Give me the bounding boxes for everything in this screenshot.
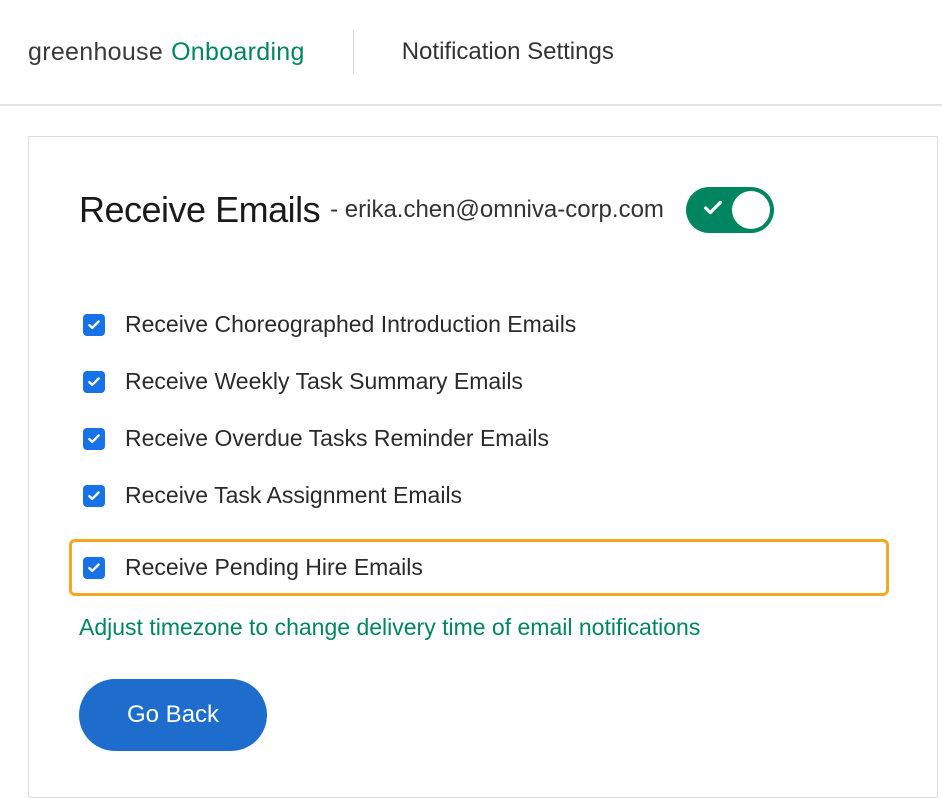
logo-onboarding-text: Onboarding [171, 38, 305, 67]
checkbox-choreographed[interactable] [83, 314, 105, 336]
card-header: Receive Emails - erika.chen@omniva-corp.… [79, 187, 887, 233]
checkbox-row-overdue: Receive Overdue Tasks Reminder Emails [79, 425, 887, 452]
checkmark-icon [87, 489, 101, 503]
checkbox-label: Receive Choreographed Introduction Email… [125, 311, 576, 338]
checkmark-icon [87, 318, 101, 332]
card-title: Receive Emails [79, 189, 320, 231]
checkmark-icon [87, 561, 101, 575]
logo: greenhouse Onboarding [28, 38, 305, 67]
receive-emails-toggle[interactable] [686, 187, 774, 233]
header-divider [353, 30, 354, 74]
checkbox-row-assignment: Receive Task Assignment Emails [79, 482, 887, 509]
timezone-link[interactable]: Adjust timezone to change delivery time … [79, 614, 887, 641]
page-title: Notification Settings [402, 38, 614, 66]
checkbox-row-choreographed: Receive Choreographed Introduction Email… [79, 311, 887, 338]
toggle-knob [732, 191, 770, 229]
content-area: Receive Emails - erika.chen@omniva-corp.… [0, 106, 942, 798]
checkbox-label: Receive Pending Hire Emails [125, 554, 423, 581]
checkmark-icon [87, 375, 101, 389]
checkbox-label: Receive Weekly Task Summary Emails [125, 368, 523, 395]
checkbox-weekly[interactable] [83, 371, 105, 393]
email-prefix: - [330, 196, 345, 223]
checkbox-assignment[interactable] [83, 485, 105, 507]
checkbox-list: Receive Choreographed Introduction Email… [79, 311, 887, 596]
email-address: erika.chen@omniva-corp.com [345, 196, 664, 223]
checkbox-row-pending-hire: Receive Pending Hire Emails [69, 539, 889, 596]
checkbox-label: Receive Overdue Tasks Reminder Emails [125, 425, 549, 452]
settings-card: Receive Emails - erika.chen@omniva-corp.… [28, 136, 938, 798]
card-email: - erika.chen@omniva-corp.com [330, 196, 664, 224]
header: greenhouse Onboarding Notification Setti… [0, 0, 942, 106]
checkbox-label: Receive Task Assignment Emails [125, 482, 462, 509]
checkbox-pending-hire[interactable] [83, 557, 105, 579]
checkbox-row-weekly: Receive Weekly Task Summary Emails [79, 368, 887, 395]
go-back-button[interactable]: Go Back [79, 679, 267, 751]
logo-greenhouse-text: greenhouse [28, 38, 163, 67]
checkbox-overdue[interactable] [83, 428, 105, 450]
check-icon [702, 197, 724, 224]
checkmark-icon [87, 432, 101, 446]
